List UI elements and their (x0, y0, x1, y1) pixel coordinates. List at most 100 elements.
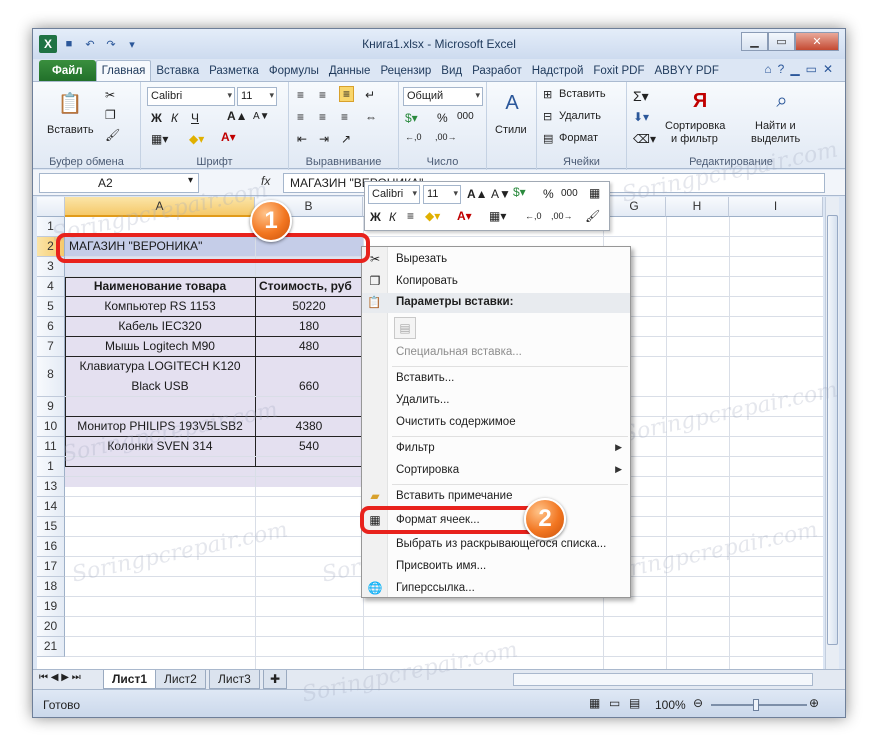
mini-center-icon[interactable]: ≡ (407, 209, 414, 223)
orientation-icon[interactable]: ↗ (341, 132, 351, 146)
row-header[interactable]: 6 (37, 317, 65, 337)
tab-view[interactable]: Вид (436, 60, 467, 81)
tab-developer[interactable]: Разработ (467, 60, 527, 81)
mini-format-painter-icon[interactable]: 🖌 (585, 209, 600, 223)
mini-fill-color-icon[interactable]: ◆▾ (425, 209, 440, 223)
number-format-combo[interactable]: Общий (403, 87, 483, 106)
row-header[interactable]: 11 (37, 437, 65, 457)
column-header-g[interactable]: G (603, 197, 666, 217)
font-color-icon[interactable]: A▾ (221, 130, 236, 144)
autosum-icon[interactable]: Σ▾ (633, 88, 649, 105)
view-normal-icon[interactable]: ▦ (589, 696, 600, 710)
decrease-decimal-icon[interactable]: ,00→ (435, 132, 457, 142)
menu-item-hyperlink[interactable]: 🌐 Гиперссылка... (362, 578, 630, 600)
increase-indent-icon[interactable]: ⇥ (319, 132, 329, 146)
vertical-scrollbar[interactable] (825, 197, 839, 687)
zoom-level[interactable]: 100% (655, 698, 686, 712)
tab-foxit-pdf[interactable]: Foxit PDF (588, 60, 649, 81)
name-box[interactable]: A2 (39, 173, 199, 193)
cell-name[interactable]: Монитор PHILIPS 193V5LSB2 (65, 419, 255, 433)
column-header-h[interactable]: H (666, 197, 729, 217)
header-price[interactable]: Стоимость, руб (259, 279, 363, 293)
align-top-icon[interactable]: ≡ (297, 88, 304, 102)
cut-icon[interactable]: ✂ (105, 88, 115, 102)
mini-decrease-decimal-icon[interactable]: ←,0 (525, 211, 542, 221)
sheet-tab-3[interactable]: Лист3 (209, 670, 260, 689)
font-name-combo[interactable]: Calibri (147, 87, 235, 106)
cell-price[interactable]: 180 (255, 319, 363, 333)
zoom-in-icon[interactable]: ⊕ (809, 696, 819, 710)
tab-formulas[interactable]: Формулы (264, 60, 324, 81)
maximize-button[interactable]: ▭ (768, 32, 795, 51)
zoom-slider[interactable] (711, 704, 807, 706)
row-header[interactable]: 10 (37, 417, 65, 437)
mini-thousands-button[interactable]: 000 (561, 188, 578, 199)
new-sheet-icon[interactable]: ✚ (263, 670, 288, 689)
fill-color-icon[interactable]: ◆▾ (189, 132, 204, 146)
format-cells-icon[interactable]: ▤ (543, 132, 553, 145)
format-cells-button[interactable]: Формат (559, 132, 598, 144)
currency-icon[interactable]: $▾ (405, 111, 418, 125)
sheet-nav-icon[interactable]: ⏮ ◀ ▶ ⏭ (39, 672, 81, 683)
fill-icon[interactable]: ⬇▾ (633, 110, 649, 124)
minimize-ribbon-icon[interactable]: ⌂ (764, 62, 771, 76)
row-header[interactable]: 4 (37, 277, 65, 297)
wrap-text-icon[interactable]: ↵ (365, 88, 375, 102)
row-header[interactable]: 1 (37, 457, 65, 477)
wb-minimize-icon[interactable]: ▁ (790, 62, 799, 76)
menu-item-cut[interactable]: ✂ Вырезать (362, 249, 630, 271)
styles-button[interactable]: Стили (495, 124, 527, 136)
tab-abbyy-pdf[interactable]: ABBYY PDF (650, 60, 724, 81)
find-select-button[interactable]: Найти и (755, 120, 796, 132)
header-name[interactable]: Наименование товара (65, 279, 255, 293)
tab-home[interactable]: Главная (95, 60, 152, 81)
cell-name[interactable]: Компьютер RS 1153 (65, 299, 255, 313)
sort-filter-button-line2[interactable]: и фильтр (671, 133, 718, 145)
cell-name[interactable]: Мышь Logitech M90 (65, 339, 255, 353)
mini-percent-button[interactable]: % (543, 187, 554, 201)
mini-grow-font-icon[interactable]: A▲ (467, 187, 488, 201)
grow-font-icon[interactable]: A▲ (227, 109, 248, 123)
help-icon[interactable]: ? (778, 62, 785, 76)
row-header[interactable]: 20 (37, 617, 65, 637)
find-select-icon[interactable]: ⌕ (767, 86, 797, 116)
align-left-icon[interactable]: ≡ (297, 110, 304, 124)
mini-italic-button[interactable]: К (389, 210, 396, 224)
row-header[interactable]: 13 (37, 477, 65, 497)
cell-price[interactable]: 540 (255, 439, 363, 453)
view-page-break-icon[interactable]: ▤ (629, 696, 640, 710)
row-header[interactable]: 7 (37, 337, 65, 357)
scroll-thumb[interactable] (827, 215, 838, 645)
menu-item-define-name[interactable]: Присвоить имя... (362, 556, 630, 578)
zoom-thumb[interactable] (753, 699, 759, 711)
sort-filter-icon[interactable]: Я (685, 86, 715, 116)
mini-shrink-font-icon[interactable]: A▼ (491, 187, 511, 201)
menu-item-filter[interactable]: Фильтр ▶ (362, 438, 630, 460)
wb-close-icon[interactable]: ✕ (823, 62, 833, 76)
delete-cells-button[interactable]: Удалить (559, 110, 601, 122)
align-bottom-icon[interactable]: ≡ (339, 86, 355, 102)
row-header[interactable]: 18 (37, 577, 65, 597)
cell-name-line2[interactable]: Black USB (65, 379, 255, 393)
column-header-i[interactable]: I (729, 197, 823, 217)
cell-price[interactable]: 50220 (255, 299, 363, 313)
paste-button[interactable]: Вставить (47, 124, 94, 136)
menu-item-copy[interactable]: ❐ Копировать (362, 271, 630, 293)
mini-borders-icon[interactable]: ▦▾ (489, 209, 506, 223)
sheet-tab-1[interactable]: Лист1 (103, 670, 157, 689)
format-painter-icon[interactable]: 🖌 (105, 128, 120, 142)
clear-icon[interactable]: ⌫▾ (633, 132, 656, 146)
menu-item-delete[interactable]: Удалить... (362, 390, 630, 412)
mini-font-combo[interactable]: Calibri (368, 185, 420, 204)
copy-icon[interactable]: ❐ (105, 108, 116, 122)
menu-item-clear-contents[interactable]: Очистить содержимое (362, 412, 630, 434)
tab-insert[interactable]: Вставка (151, 60, 204, 81)
align-center-icon[interactable]: ≡ (319, 110, 326, 124)
thousands-button[interactable]: 000 (457, 111, 474, 122)
row-header[interactable]: 17 (37, 557, 65, 577)
styles-icon[interactable]: A (497, 88, 527, 118)
select-all-corner[interactable] (37, 197, 65, 217)
mini-currency-icon[interactable]: $▾ (513, 185, 526, 199)
menu-item-paste-special[interactable]: Специальная вставка... (362, 342, 630, 364)
tab-review[interactable]: Рецензир (375, 60, 436, 81)
